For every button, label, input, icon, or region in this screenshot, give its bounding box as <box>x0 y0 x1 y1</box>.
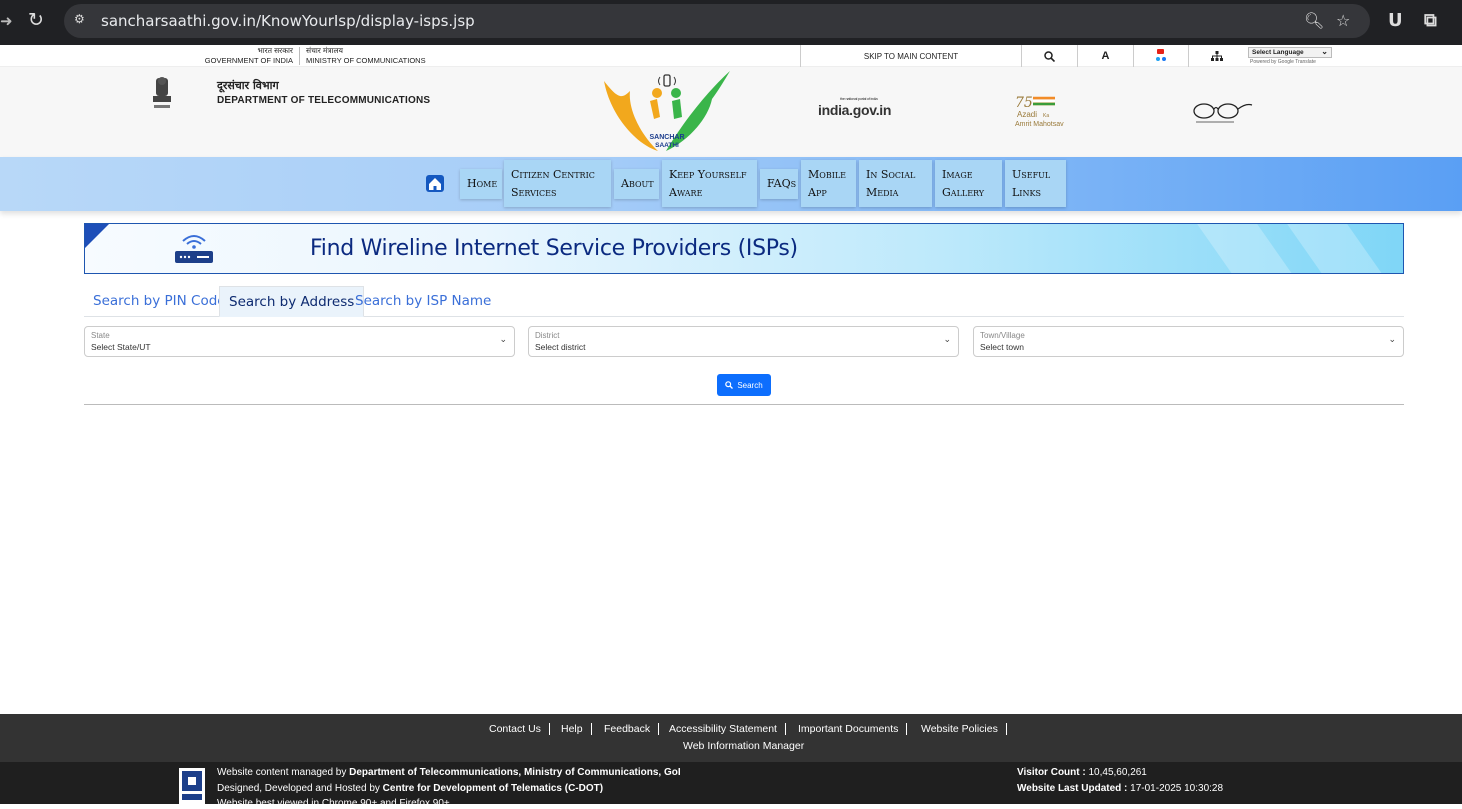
footer-link-important-documents[interactable]: Important Documents <box>798 723 908 735</box>
browser-toolbar: ➜ ↻ ⚙ sancharsaathi.gov.in/KnowYourIsp/d… <box>0 0 1462 45</box>
footer-link-accessibility[interactable]: Accessibility Statement <box>669 723 786 735</box>
banner-stripe <box>1197 224 1293 273</box>
site-header: दूरसंचार विभाग DEPARTMENT OF TELECOMMUNI… <box>0 67 1462 157</box>
address-bar[interactable]: ⚙ sancharsaathi.gov.in/KnowYourIsp/displ… <box>64 4 1370 38</box>
results-divider <box>84 404 1404 405</box>
azadi-word: Azadi <box>1017 110 1037 119</box>
amrit-mahotsav-word: Amrit Mahotsav <box>1015 121 1064 128</box>
dept-name-hindi: दूरसंचार विभाग <box>217 79 279 92</box>
footer-link-help[interactable]: Help <box>561 723 592 735</box>
extensions-puzzle-icon[interactable]: ⧉ <box>1424 10 1437 31</box>
gov-of-india[interactable]: भारत सरकार GOVERNMENT OF INDIA <box>0 46 293 66</box>
footer-link-website-policies[interactable]: Website Policies <box>921 723 1007 735</box>
footer-link-web-info-manager[interactable]: Web Information Manager <box>683 740 804 752</box>
wifi-router-icon <box>175 235 213 263</box>
footer-link-feedback[interactable]: Feedback <box>604 723 660 735</box>
sanchar-saathi-logo[interactable]: SANCHAR SAATHI <box>600 69 734 155</box>
social-media-icon <box>1156 49 1166 61</box>
search-tabs: Search by PIN Code Search by Address Sea… <box>84 286 1404 317</box>
swachh-bharat-glasses-logo[interactable] <box>1190 97 1254 127</box>
india-gov-logo[interactable]: the national portal of india india.gov.i… <box>818 96 891 118</box>
home-icon[interactable] <box>426 175 444 192</box>
chevron-down-icon: ⌄ <box>1388 335 1396 345</box>
main-nav: Home Citizen Centric Services About Keep… <box>0 157 1462 211</box>
sitemap-button[interactable] <box>1188 45 1244 67</box>
azadi-ka-amrit-mahotsav-logo[interactable]: 75 Azadi Ka Amrit Mahotsav <box>1013 93 1077 129</box>
nav-mobile-app[interactable]: Mobile App <box>801 160 856 207</box>
search-button[interactable]: Search <box>717 374 771 396</box>
forward-arrow-icon[interactable]: ➜ <box>0 12 13 30</box>
nav-home[interactable]: Home <box>460 169 502 199</box>
tab-search-by-address[interactable]: Search by Address <box>219 286 365 317</box>
search-icon <box>725 381 734 389</box>
site-search-button[interactable] <box>1021 45 1077 67</box>
nav-about[interactable]: About <box>614 169 659 199</box>
zoom-icon[interactable]: 🔍︎ <box>1304 11 1324 30</box>
page-banner: Find Wireline Internet Service Providers… <box>84 223 1404 274</box>
azadi-number: 75 <box>1015 95 1033 111</box>
text-size-button[interactable]: A <box>1077 45 1133 67</box>
logo-text-sanchar: SANCHAR <box>650 134 685 141</box>
ministry-link[interactable]: संचार मंत्रालय MINISTRY OF COMMUNICATION… <box>306 46 426 66</box>
ka-word: Ka <box>1043 113 1049 119</box>
visitor-count: Visitor Count : 10,45,60,261 <box>1017 767 1147 778</box>
gov-strip: भारत सरकार GOVERNMENT OF INDIA संचार मंत… <box>0 45 1462 67</box>
reload-icon[interactable]: ↻ <box>28 9 44 31</box>
language-select[interactable]: Select Language ⌄ <box>1248 47 1332 58</box>
dept-name-english[interactable]: DEPARTMENT OF TELECOMMUNICATIONS <box>217 95 430 106</box>
gov-separator <box>299 47 300 65</box>
page-title: Find Wireline Internet Service Providers… <box>310 236 798 261</box>
site-info-icon[interactable]: ⚙ <box>74 12 92 30</box>
hosted-by-line: Designed, Developed and Hosted by Centre… <box>217 783 604 794</box>
sitemap-icon <box>1210 51 1223 61</box>
banner-stripe <box>1287 224 1383 273</box>
footer-links: Contact Us Help Feedback Accessibility S… <box>0 714 1462 762</box>
chevron-down-icon: ⌄ <box>499 335 507 345</box>
chevron-down-icon: ⌄ <box>943 335 951 345</box>
skip-to-main-link[interactable]: SKIP TO MAIN CONTENT <box>800 45 1021 67</box>
national-emblem-icon <box>153 77 171 108</box>
tab-search-by-isp-name[interactable]: Search by ISP Name <box>346 286 500 317</box>
tab-search-by-pin-code[interactable]: Search by PIN Code <box>84 286 235 317</box>
nav-keep-yourself-aware[interactable]: Keep Yourself Aware <box>662 160 757 207</box>
bookmark-star-icon[interactable]: ☆ <box>1336 11 1350 30</box>
district-select[interactable]: District Select district ⌄ <box>528 326 959 357</box>
nav-image-gallery[interactable]: Image Gallery <box>935 160 1002 207</box>
nav-citizen-centric-services[interactable]: Citizen Centric Services <box>504 160 611 207</box>
nav-faqs[interactable]: FAQs <box>760 169 798 199</box>
search-icon <box>1044 50 1055 62</box>
footer-info: Website content managed by Department of… <box>0 762 1462 809</box>
managed-by-line: Website content managed by Department of… <box>217 767 681 778</box>
url-text[interactable]: sancharsaathi.gov.in/KnowYourIsp/display… <box>101 12 475 30</box>
chevron-down-icon: ⌄ <box>1321 47 1328 56</box>
state-select[interactable]: State Select State/UT ⌄ <box>84 326 515 357</box>
social-icons[interactable] <box>1133 45 1188 67</box>
footer-link-contact-us[interactable]: Contact Us <box>489 723 550 735</box>
logo-text-saathi: SAATHI <box>655 142 679 149</box>
last-updated: Website Last Updated : 17-01-2025 10:30:… <box>1017 783 1224 794</box>
powered-by-translate: Powered by Google Translate <box>1250 59 1316 65</box>
banner-corner-decoration <box>85 224 109 248</box>
town-select[interactable]: Town/Village Select town ⌄ <box>973 326 1404 357</box>
cdot-logo[interactable] <box>179 768 205 804</box>
nav-useful-links[interactable]: Useful Links <box>1005 160 1066 207</box>
extension-u-icon[interactable]: U <box>1388 10 1403 31</box>
nav-in-social-media[interactable]: In Social Media <box>859 160 932 207</box>
